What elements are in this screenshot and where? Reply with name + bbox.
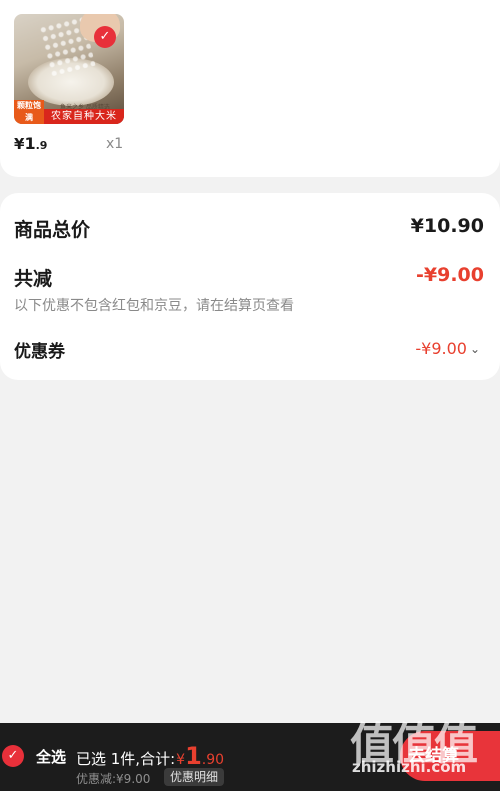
- coupon-row[interactable]: -¥9.00 ⌄: [415, 339, 480, 358]
- price-currency: ¥: [14, 135, 25, 153]
- select-all-checkbox[interactable]: ✓: [2, 745, 24, 767]
- price-decimal: .9: [35, 139, 48, 152]
- checkout-button[interactable]: 去结算: [400, 731, 500, 781]
- total-reduction-label: 共减: [14, 268, 53, 290]
- footer-total-integer: 1: [185, 742, 202, 770]
- chevron-down-icon: ⌄: [469, 341, 480, 356]
- selected-count-text: 已选 1件,合计:: [76, 750, 176, 768]
- coupon-value: -¥9.00: [415, 339, 467, 358]
- coupon-label: 优惠券: [14, 342, 65, 362]
- total-reduction-value: -¥9.00: [416, 264, 484, 286]
- total-price-value: ¥10.90: [410, 215, 484, 237]
- selected-summary: 已选 1件,合计: ¥ 1 .90: [76, 742, 224, 770]
- select-all-label[interactable]: 全选: [36, 746, 66, 767]
- discount-detail-button[interactable]: 优惠明细: [164, 768, 225, 786]
- checkout-bar: ✓ 全选 已选 1件,合计: ¥ 1 .90 优惠减:¥9.00 优惠明细 去结…: [0, 723, 500, 791]
- price-summary-card: 商品总价 ¥10.90 共减 -¥9.00 以下优惠不包含红包和京豆，请在结算页…: [0, 193, 500, 380]
- product-image-badge-left: 颗粒饱满: [14, 100, 44, 124]
- discount-note: 以下优惠不包含红包和京豆，请在结算页查看: [14, 298, 294, 314]
- product-image[interactable]: ✓ 鱼米之乡 品质精选 颗粒饱满 农家自种大米: [14, 14, 124, 124]
- product-quantity: x1: [106, 136, 124, 152]
- footer-total-decimal: .90: [201, 752, 225, 768]
- footer-total-currency: ¥: [176, 752, 186, 768]
- product-card: ✓ 鱼米之乡 品质精选 颗粒饱满 农家自种大米 ¥1.9 x1: [0, 0, 500, 177]
- check-icon: ✓: [94, 26, 116, 48]
- product-image-badge-main: 农家自种大米: [44, 109, 124, 124]
- price-integer: 1: [24, 134, 36, 153]
- footer-discount-text: 优惠减:¥9.00: [76, 772, 151, 786]
- product-price: ¥1.9: [14, 134, 47, 153]
- total-price-label: 商品总价: [14, 219, 91, 241]
